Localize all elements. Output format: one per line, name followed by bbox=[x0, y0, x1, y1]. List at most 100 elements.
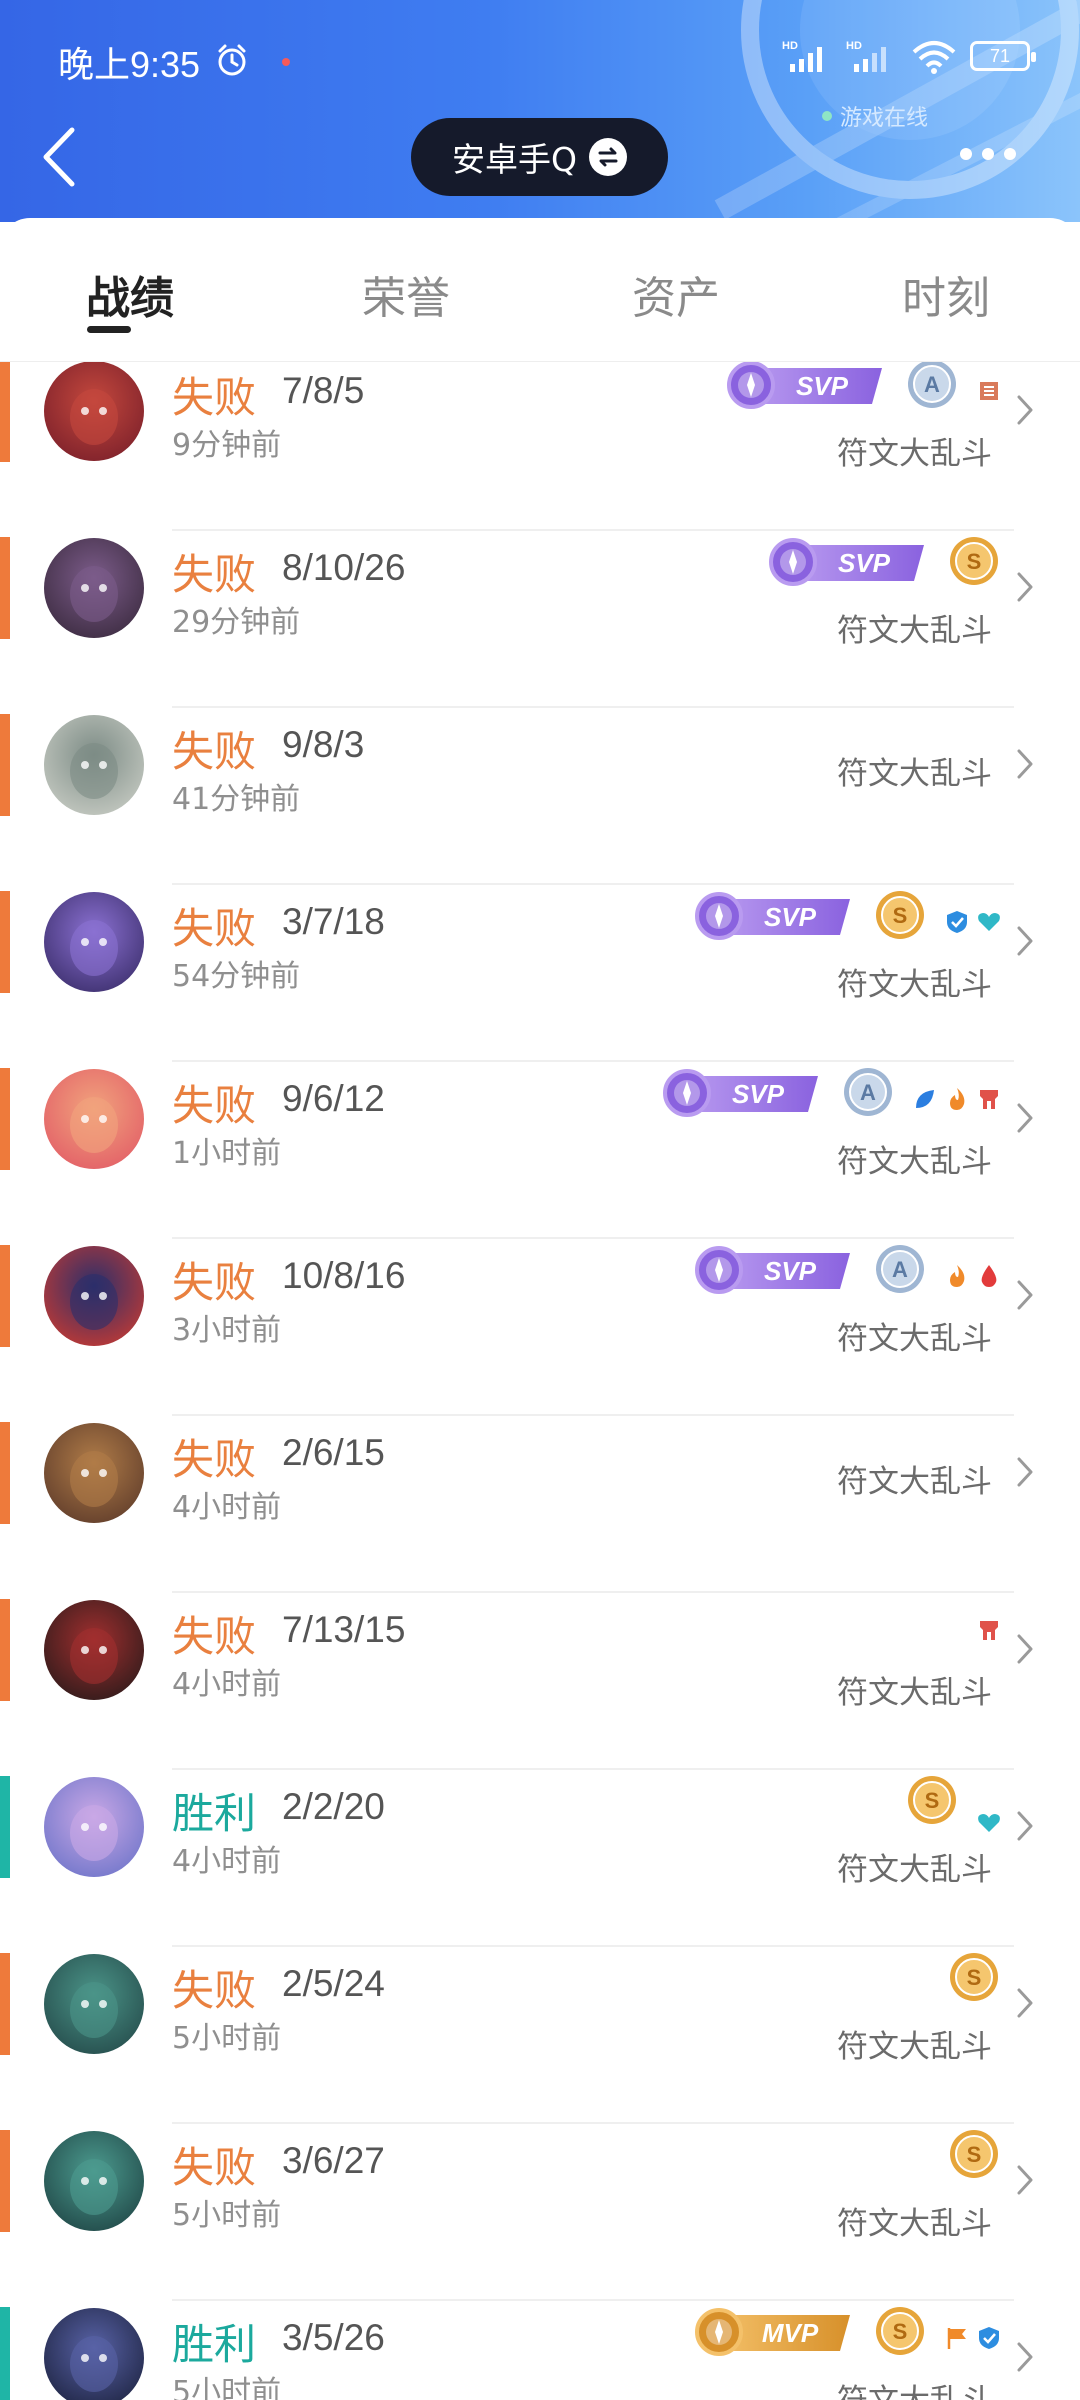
champion-avatar bbox=[44, 892, 144, 992]
match-result: 失败 bbox=[172, 904, 257, 953]
champion-avatar bbox=[44, 715, 144, 815]
win-indicator bbox=[0, 2307, 10, 2400]
match-mode: 符文大乱斗 bbox=[837, 436, 992, 472]
match-row[interactable]: 失败 2/6/15 4小时前 符文大乱斗 bbox=[0, 1416, 1080, 1593]
chevron-right-icon[interactable] bbox=[1016, 2164, 1034, 2196]
rank-s-medal-icon: S bbox=[948, 535, 1000, 587]
svg-text:S: S bbox=[893, 903, 908, 928]
match-kda: 9/6/12 bbox=[282, 1078, 385, 1119]
match-row[interactable]: 失败 8/10/26 29分钟前 符文大乱斗 S SVP bbox=[0, 531, 1080, 708]
chevron-right-icon[interactable] bbox=[1016, 1810, 1034, 1842]
champion-avatar bbox=[44, 1954, 144, 2054]
chevron-right-icon[interactable] bbox=[1016, 2341, 1034, 2373]
svg-text:MVP: MVP bbox=[762, 2318, 819, 2348]
match-row[interactable]: 失败 3/7/18 54分钟前 符文大乱斗 S SVP bbox=[0, 885, 1080, 1062]
chevron-right-icon[interactable] bbox=[1016, 748, 1034, 780]
match-kda: 7/13/15 bbox=[282, 1609, 406, 1650]
match-kda: 9/8/3 bbox=[282, 724, 365, 765]
match-result: 失败 bbox=[172, 1081, 257, 1130]
chevron-right-icon[interactable] bbox=[1016, 394, 1034, 426]
swap-icon bbox=[588, 138, 627, 176]
more-menu-icon[interactable] bbox=[960, 148, 1016, 160]
match-result: 失败 bbox=[172, 1612, 257, 1661]
tab-moments[interactable]: 时刻 bbox=[902, 262, 990, 326]
svp-badge: SVP bbox=[694, 891, 854, 941]
fire-icon bbox=[950, 1088, 965, 1110]
svp-badge: SVP bbox=[694, 1245, 854, 1295]
match-result: 失败 bbox=[172, 1258, 257, 1307]
match-time: 29分钟前 bbox=[172, 605, 301, 640]
match-time: 3小时前 bbox=[172, 1313, 282, 1348]
match-time: 54分钟前 bbox=[172, 959, 301, 994]
match-row[interactable]: 失败 2/5/24 5小时前 符文大乱斗 S bbox=[0, 1947, 1080, 2124]
champion-avatar bbox=[44, 2131, 144, 2231]
chevron-right-icon[interactable] bbox=[1016, 925, 1034, 957]
loss-indicator bbox=[0, 1245, 10, 1347]
match-row[interactable]: 失败 9/8/3 41分钟前 符文大乱斗 bbox=[0, 708, 1080, 885]
match-time: 4小时前 bbox=[172, 1490, 282, 1525]
match-row[interactable]: 失败 7/8/5 9分钟前 符文大乱斗 A SVP bbox=[0, 362, 1080, 531]
battery-icon: 71 bbox=[970, 41, 1036, 71]
tower-icon bbox=[980, 1621, 998, 1640]
chevron-right-icon[interactable] bbox=[1016, 1102, 1034, 1134]
match-time: 41分钟前 bbox=[172, 782, 301, 817]
chevron-right-icon[interactable] bbox=[1016, 1456, 1034, 1488]
match-row[interactable]: 失败 3/6/27 5小时前 符文大乱斗 S bbox=[0, 2124, 1080, 2301]
svg-text:S: S bbox=[893, 2319, 908, 2344]
tab-assets[interactable]: 资产 bbox=[632, 262, 720, 326]
shield-icon bbox=[947, 911, 967, 933]
rank-s-medal-icon: S bbox=[874, 889, 926, 941]
chevron-right-icon[interactable] bbox=[1016, 1633, 1034, 1665]
loss-indicator bbox=[0, 714, 10, 816]
match-kda: 3/6/27 bbox=[282, 2140, 385, 2181]
champion-avatar bbox=[44, 362, 144, 461]
chevron-right-icon[interactable] bbox=[1016, 1279, 1034, 1311]
shield-icon bbox=[979, 2327, 999, 2349]
match-kda: 7/8/5 bbox=[282, 370, 365, 411]
champion-avatar bbox=[44, 1777, 144, 1877]
match-kda: 8/10/26 bbox=[282, 547, 406, 588]
rank-s-medal-icon: S bbox=[948, 2128, 1000, 2180]
status-icons: HD HD 71 bbox=[782, 38, 1036, 74]
svg-text:A: A bbox=[860, 1080, 876, 1105]
match-kda: 10/8/16 bbox=[282, 1255, 406, 1296]
champion-avatar bbox=[44, 1246, 144, 1346]
leaf-icon bbox=[916, 1090, 934, 1108]
match-result: 失败 bbox=[172, 550, 257, 599]
match-mode: 符文大乱斗 bbox=[837, 1464, 992, 1500]
tab-record[interactable]: 战绩 bbox=[86, 262, 174, 326]
back-icon[interactable] bbox=[38, 124, 80, 190]
tab-active-indicator bbox=[87, 326, 131, 333]
tower-icon bbox=[980, 1090, 998, 1109]
match-result: 失败 bbox=[172, 1435, 257, 1484]
match-mode: 符文大乱斗 bbox=[837, 2375, 992, 2400]
match-row[interactable]: 失败 10/8/16 3小时前 符文大乱斗 A SVP bbox=[0, 1239, 1080, 1416]
chevron-right-icon[interactable] bbox=[1016, 571, 1034, 603]
champion-avatar bbox=[44, 2308, 144, 2400]
match-mode: 符文大乱斗 bbox=[837, 1852, 992, 1888]
svg-text:S: S bbox=[967, 549, 982, 574]
match-time: 5小时前 bbox=[172, 2375, 282, 2400]
notification-dot bbox=[282, 58, 290, 66]
match-mode: 符文大乱斗 bbox=[837, 1321, 992, 1357]
svg-text:SVP: SVP bbox=[764, 902, 817, 932]
match-row[interactable]: 胜利 2/2/20 4小时前 符文大乱斗 S bbox=[0, 1770, 1080, 1947]
loss-indicator bbox=[0, 2130, 10, 2232]
loss-indicator bbox=[0, 1068, 10, 1170]
match-list[interactable]: 失败 7/8/5 9分钟前 符文大乱斗 A SVP 失败 8/10/26 29分钟前 符文大乱斗 S… bbox=[0, 362, 1080, 2400]
match-row[interactable]: 失败 9/6/12 1小时前 符文大乱斗 A SVP bbox=[0, 1062, 1080, 1239]
loss-indicator bbox=[0, 537, 10, 639]
match-mode: 符文大乱斗 bbox=[837, 1675, 992, 1711]
svp-badge: SVP bbox=[662, 1068, 822, 1118]
account-switcher[interactable]: 安卓手Q bbox=[411, 118, 668, 196]
tab-honor[interactable]: 荣誉 bbox=[362, 262, 450, 326]
match-row[interactable]: 失败 7/13/15 4小时前 符文大乱斗 bbox=[0, 1593, 1080, 1770]
signal-hd-icon-2: HD bbox=[846, 40, 886, 72]
rank-s-medal-icon: S bbox=[906, 1774, 958, 1826]
mvp-badge: MVP bbox=[694, 2307, 854, 2357]
heart-icon bbox=[978, 1814, 1000, 1832]
match-mode: 符文大乱斗 bbox=[837, 1144, 992, 1180]
match-row[interactable]: 胜利 3/5/265小时前 符文大乱斗 S MVP bbox=[0, 2301, 1080, 2400]
chevron-right-icon[interactable] bbox=[1016, 1987, 1034, 2019]
match-kda: 3/5/26 bbox=[282, 2317, 385, 2358]
